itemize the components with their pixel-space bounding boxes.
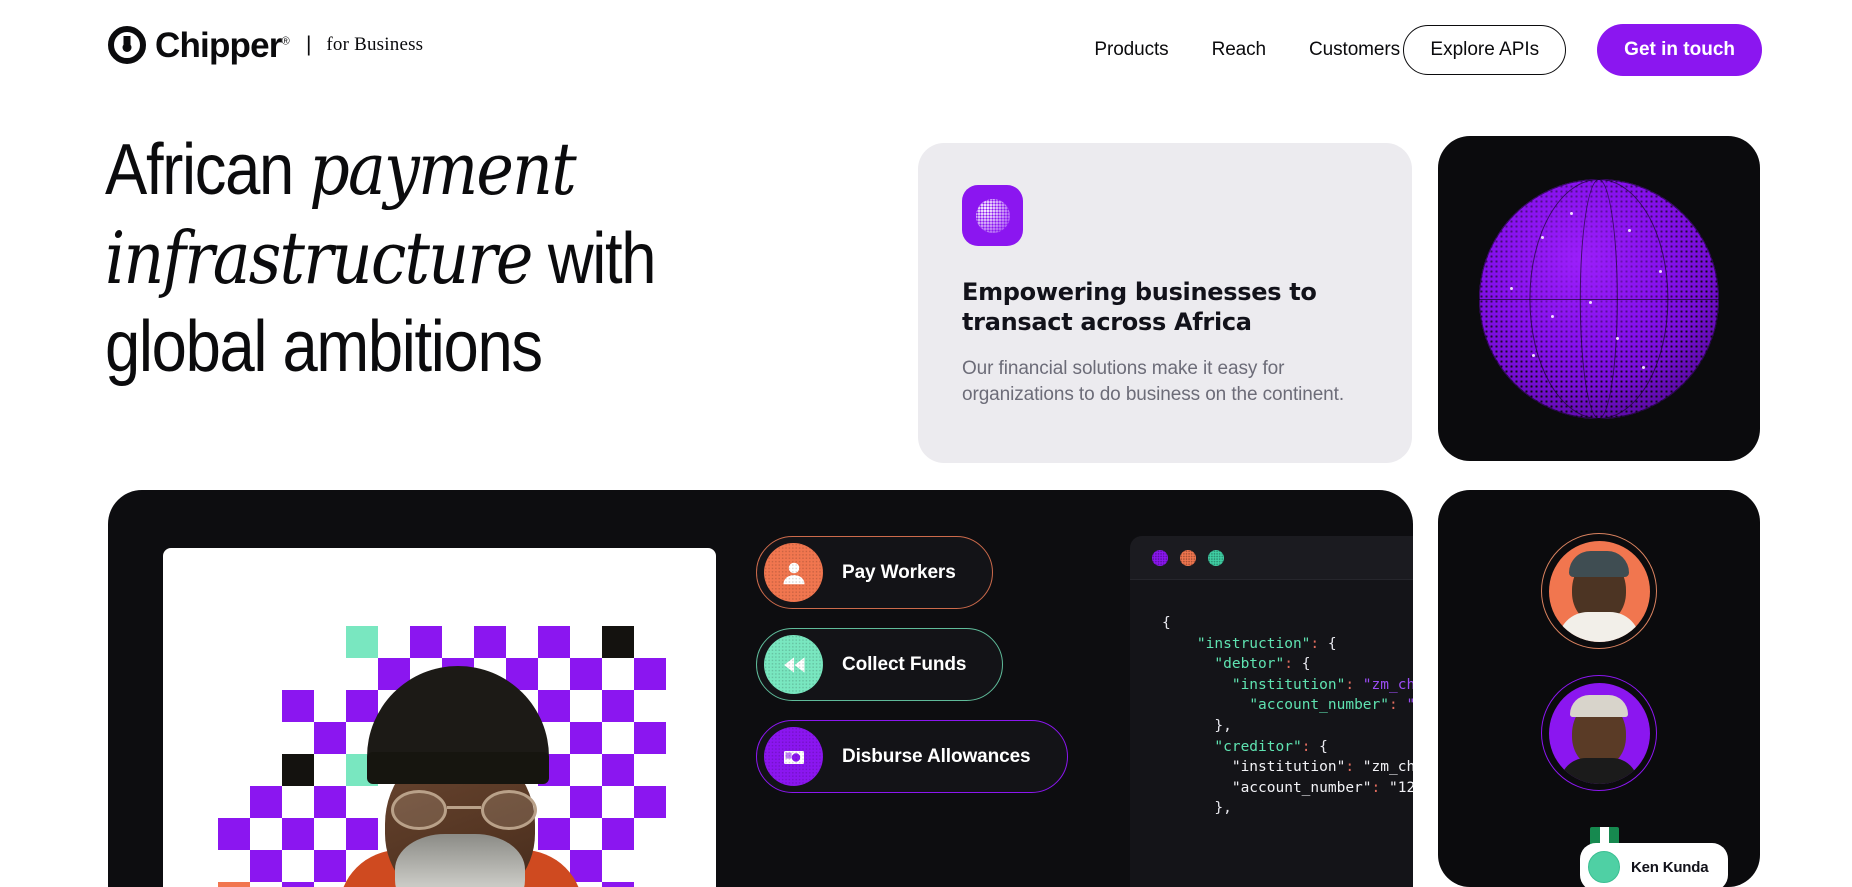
logo-wordmark: Chipper® (155, 25, 290, 65)
globe-panel (1438, 136, 1760, 461)
action-disburse-allowances[interactable]: Disburse Allowances (756, 720, 1068, 793)
window-dot-mint[interactable] (1208, 549, 1224, 566)
headline-part-1: African (105, 130, 310, 210)
community-avatars-panel: Ken Kunda (1438, 490, 1760, 887)
person-icon (764, 543, 823, 602)
avatar-ring-one (1541, 533, 1657, 649)
headline-em-infrastructure: infrastructure (105, 216, 533, 300)
chipper-logo-icon (108, 26, 146, 64)
user-name-chip[interactable]: Ken Kunda (1580, 843, 1729, 887)
action-pill-list: Pay Workers Collect Funds Disburse Allow… (756, 536, 1068, 793)
info-card-body: Our financial solutions make it easy for… (962, 358, 1344, 405)
code-content: { "instruction": { "debtor": { "institut… (1130, 580, 1413, 819)
headline-part-3: global ambitions (105, 307, 543, 387)
hero-headline: African payment infrastructure with global… (105, 125, 686, 391)
code-line: }, (1214, 717, 1232, 734)
code-line: "institution": "zm_chipper (1231, 676, 1413, 693)
info-card-title: Empowering businesses to transact across… (962, 278, 1317, 336)
explore-apis-button[interactable]: Explore APIs (1403, 25, 1567, 75)
code-line: "instruction": { (1196, 635, 1337, 652)
sub-brand-label: for Business (326, 34, 424, 55)
avatar (1548, 540, 1650, 642)
code-line: { (1162, 615, 1171, 631)
get-in-touch-button[interactable]: Get in touch (1597, 24, 1762, 76)
main-nav: Products Reach Customers (1094, 0, 1400, 100)
card-icon (764, 727, 823, 786)
api-code-panel: { "instruction": { "debtor": { "institut… (1130, 536, 1413, 887)
action-label: Collect Funds (842, 653, 967, 675)
avatar (1548, 682, 1650, 784)
action-collect-funds[interactable]: Collect Funds (756, 628, 1004, 701)
window-dot-purple[interactable] (1152, 549, 1168, 566)
code-line: "debtor": { (1214, 656, 1311, 673)
brand-logo[interactable]: Chipper® | for Business (108, 26, 423, 64)
nav-item-customers[interactable]: Customers (1309, 39, 1400, 61)
headline-part-2: with (531, 219, 657, 299)
info-card: Empowering businesses to transact across… (918, 143, 1412, 463)
product-showcase-panel: Pay Workers Collect Funds Disburse Allow… (108, 490, 1413, 887)
action-pay-workers[interactable]: Pay Workers (756, 536, 993, 609)
globe-badge-icon (962, 185, 1023, 246)
code-window-titlebar (1130, 536, 1413, 580)
header-actions: Explore APIs Get in touch (1403, 0, 1762, 100)
nav-item-products[interactable]: Products (1094, 39, 1168, 61)
code-line: "institution": "zm_chipper (1231, 759, 1413, 776)
code-line: "creditor": { (1214, 738, 1328, 755)
user-name: Ken Kunda (1631, 858, 1709, 876)
action-label: Pay Workers (842, 561, 956, 583)
dotted-sphere-icon (975, 198, 1010, 233)
customer-photo-card (163, 548, 716, 887)
code-line: "account_number": "123456 (1231, 779, 1413, 796)
action-label: Disburse Allowances (842, 745, 1031, 767)
rewind-icon (764, 635, 823, 694)
window-dot-coral[interactable] (1180, 549, 1196, 566)
avatar-ring-two (1541, 675, 1657, 791)
code-line: }, (1214, 800, 1232, 817)
headline-em-payment: payment (309, 127, 576, 211)
brand-divider: | (305, 33, 312, 56)
customer-portrait (333, 666, 583, 887)
dotted-globe-icon (1479, 178, 1719, 419)
nav-item-reach[interactable]: Reach (1212, 39, 1267, 61)
code-line: "account_number": "ZM123 (1249, 697, 1413, 714)
site-header: Chipper® | for Business Products Reach C… (0, 0, 1852, 100)
avatar (1588, 851, 1620, 883)
landing-page: Chipper® | for Business Products Reach C… (0, 0, 1852, 887)
registered-trademark-icon: ® (281, 34, 290, 47)
